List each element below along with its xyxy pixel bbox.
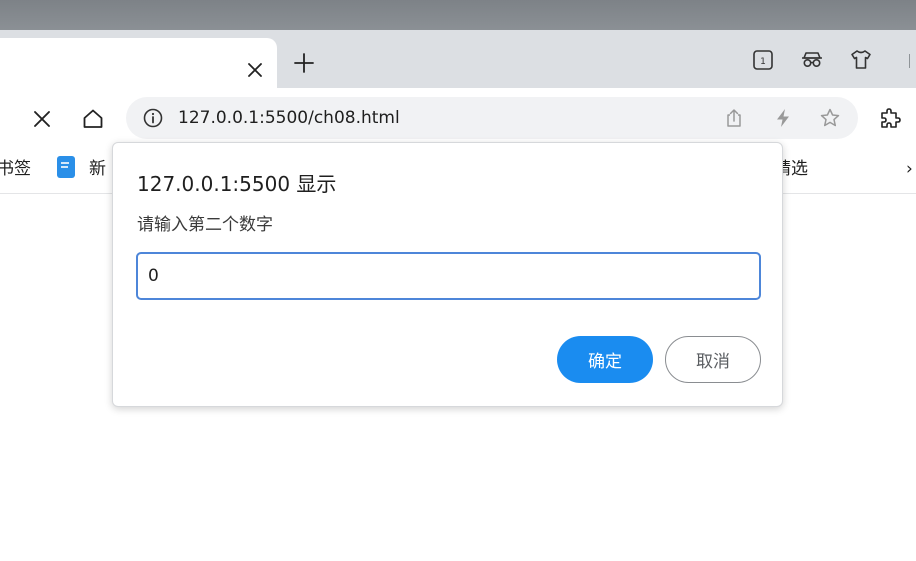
puzzle-icon[interactable] (878, 107, 902, 131)
home-icon[interactable] (81, 107, 105, 131)
bookmark-item[interactable]: 书签 (0, 158, 31, 180)
tab-strip: 1 (0, 30, 916, 88)
browser-window: 1 127.0.0.1:5500/ch08.html 书签 新 精选 › 127… (0, 0, 916, 561)
prompt-input[interactable] (136, 252, 761, 300)
ok-button[interactable]: 确定 (557, 336, 653, 383)
lightning-icon[interactable] (772, 107, 794, 129)
tab-counter-icon[interactable]: 1 (751, 48, 775, 72)
address-bar[interactable]: 127.0.0.1:5500/ch08.html (126, 97, 858, 139)
plus-icon[interactable] (292, 51, 316, 75)
address-text: 127.0.0.1:5500/ch08.html (178, 108, 400, 128)
window-title-bar (0, 0, 916, 30)
tab-count: 1 (760, 57, 766, 67)
cancel-button[interactable]: 取消 (665, 336, 761, 383)
star-icon[interactable] (819, 107, 841, 129)
close-icon[interactable] (244, 59, 266, 81)
navigation-toolbar: 127.0.0.1:5500/ch08.html (0, 88, 916, 150)
dialog-message: 请输入第二个数字 (137, 215, 273, 235)
bookmark-item[interactable]: 新 (89, 158, 106, 180)
toolbar-divider (909, 54, 910, 68)
glasses-icon[interactable] (800, 48, 824, 72)
dialog-title: 127.0.0.1:5500 显示 (137, 172, 337, 196)
bookmarks-more[interactable]: › (906, 158, 913, 180)
info-icon[interactable] (142, 107, 164, 129)
stop-icon[interactable] (30, 107, 54, 131)
active-tab[interactable] (0, 38, 277, 88)
prompt-dialog: 127.0.0.1:5500 显示 请输入第二个数字 确定 取消 (112, 142, 783, 407)
tshirt-icon[interactable] (849, 48, 873, 72)
document-icon (56, 155, 76, 179)
share-icon[interactable] (723, 107, 745, 129)
